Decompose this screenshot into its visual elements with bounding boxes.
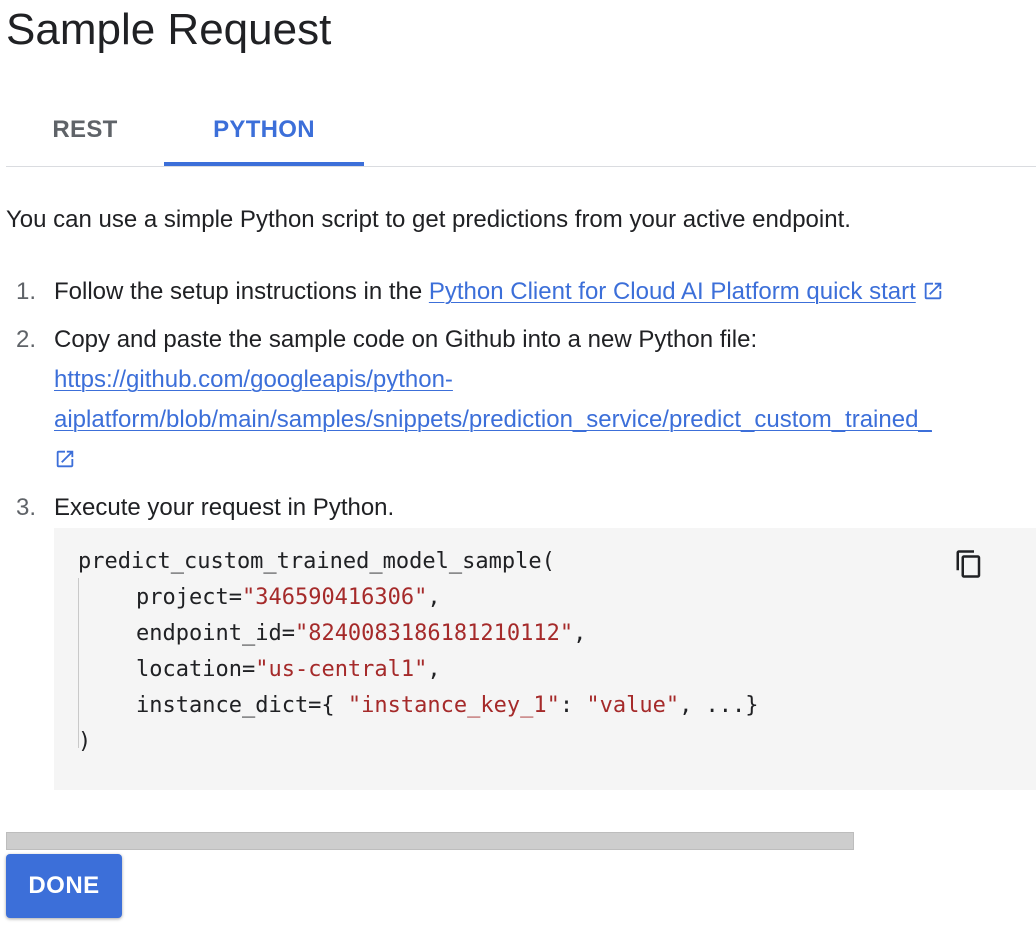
external-link-icon[interactable] [922, 280, 944, 302]
tab-rest[interactable]: REST [6, 96, 164, 164]
code-key: location= [136, 657, 256, 682]
code-string: "346590416306" [241, 585, 428, 610]
github-link-line-2[interactable]: aiplatform/blob/main/samples/snippets/pr… [54, 406, 932, 433]
code-line-endpoint: endpoint_id="8240083186181210112", [136, 616, 586, 652]
step-number: 1. [16, 278, 37, 305]
tab-python[interactable]: PYTHON [164, 96, 364, 164]
scrollbar-thumb[interactable] [6, 832, 854, 850]
code-line-function: predict_custom_trained_model_sample( [78, 544, 555, 580]
tab-bar: REST PYTHON [6, 96, 1036, 167]
code-colon: : [559, 693, 587, 718]
step-text: Follow the setup instructions in the [54, 278, 429, 305]
code-key: endpoint_id= [136, 621, 295, 646]
code-comma: , [573, 621, 587, 646]
code-line-project: project="346590416306", [136, 580, 441, 616]
intro-text: You can use a simple Python script to ge… [6, 206, 851, 233]
code-function-name: predict_custom_trained_model_sample( [78, 549, 555, 574]
step-number: 3. [16, 494, 37, 521]
code-key: instance_dict={ [136, 693, 348, 718]
done-button[interactable]: DONE [6, 854, 122, 918]
external-link-icon[interactable] [54, 448, 76, 470]
code-string: "value" [586, 693, 680, 718]
code-string: "instance_key_1" [347, 693, 560, 718]
sample-request-dialog: Sample Request REST PYTHON You can use a… [0, 0, 1036, 926]
code-line-closing: ) [78, 724, 91, 760]
code-rest: , ...} [679, 693, 759, 718]
code-key: project= [136, 585, 242, 610]
code-string: "us-central1" [255, 657, 428, 682]
quickstart-link[interactable]: Python Client for Cloud AI Platform quic… [429, 278, 916, 305]
code-closing-paren: ) [78, 729, 92, 754]
code-block: predict_custom_trained_model_sample( pro… [54, 528, 1036, 790]
code-comma: , [427, 657, 441, 682]
code-comma: , [427, 585, 441, 610]
horizontal-scrollbar[interactable] [6, 832, 854, 850]
code-string: "8240083186181210112" [294, 621, 574, 646]
step-body: Follow the setup instructions in the Pyt… [54, 272, 944, 312]
code-line-location: location="us-central1", [136, 652, 441, 688]
code-line-instance: instance_dict={ "instance_key_1": "value… [136, 688, 759, 724]
dialog-title: Sample Request [6, 5, 332, 54]
copy-icon[interactable] [954, 548, 984, 580]
active-tab-indicator [164, 162, 364, 166]
step-text: Execute your request in Python. [54, 494, 395, 521]
indent-guide [78, 578, 79, 748]
github-link-line-1[interactable]: https://github.com/googleapis/python- [54, 366, 453, 393]
step-text: Copy and paste the sample code on Github… [54, 326, 758, 353]
step-number: 2. [16, 326, 37, 353]
